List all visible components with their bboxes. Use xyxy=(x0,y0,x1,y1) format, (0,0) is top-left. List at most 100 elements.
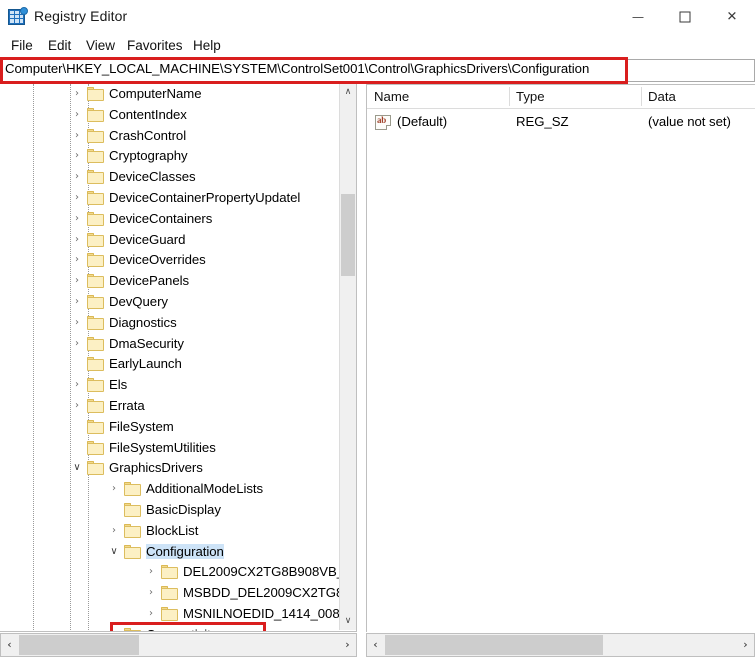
tree-item-devquery[interactable]: › DevQuery xyxy=(0,292,345,313)
chevron-right-icon[interactable]: › xyxy=(70,313,84,334)
scroll-right-icon[interactable]: › xyxy=(339,634,356,656)
tree-item-computername[interactable]: › ComputerName xyxy=(0,84,345,105)
chevron-right-icon[interactable]: › xyxy=(70,209,84,230)
tree-item-deviceoverrides[interactable]: › DeviceOverrides xyxy=(0,250,345,271)
scrollbar-thumb[interactable] xyxy=(19,635,139,655)
close-icon: ✕ xyxy=(726,9,738,25)
folder-icon xyxy=(124,544,141,559)
tree-item-crashcontrol[interactable]: › CrashControl xyxy=(0,126,345,147)
tree-item-msnilnoedid-1414-008d[interactable]: › MSNILNOEDID_1414_008D_ xyxy=(0,604,356,625)
tree-item-devicecontainers[interactable]: › DeviceContainers xyxy=(0,209,345,230)
value-type: REG_SZ xyxy=(516,114,569,129)
tree-item-label: AdditionalModeLists xyxy=(146,481,264,497)
folder-icon xyxy=(87,128,104,143)
tree-item-del2009cx2tg8b908vb-2d[interactable]: › DEL2009CX2TG8B908VB_2D xyxy=(0,562,356,583)
chevron-right-icon[interactable]: › xyxy=(70,84,84,105)
scroll-left-icon[interactable]: ‹ xyxy=(367,634,384,656)
tree-item-deviceguard[interactable]: › DeviceGuard xyxy=(0,230,345,251)
scroll-down-icon[interactable]: ∨ xyxy=(340,613,356,630)
folder-icon xyxy=(87,398,104,413)
tree-item-label: DevicePanels xyxy=(109,273,190,289)
chevron-right-icon[interactable]: › xyxy=(70,250,84,271)
chevron-right-icon[interactable]: › xyxy=(70,334,84,355)
tree-item-label: CrashControl xyxy=(109,127,187,143)
chevron-right-icon[interactable]: › xyxy=(107,479,121,500)
maximize-button[interactable] xyxy=(662,0,708,34)
tree-item-deviceclasses[interactable]: › DeviceClasses xyxy=(0,167,345,188)
tree-item-devicecontainerpropertyupdatel[interactable]: › DeviceContainerPropertyUpdatel xyxy=(0,188,345,209)
minimize-button[interactable] xyxy=(615,0,661,34)
chevron-down-icon[interactable]: ∨ xyxy=(70,458,84,479)
tree-item-label: Configuration xyxy=(146,543,224,559)
tree-item-configuration[interactable]: ∨ Configuration xyxy=(0,542,345,563)
chevron-right-icon[interactable]: › xyxy=(70,126,84,147)
chevron-right-icon[interactable]: › xyxy=(70,230,84,251)
tree-item-earlylaunch[interactable]: EarlyLaunch xyxy=(0,354,345,375)
chevron-right-icon[interactable]: › xyxy=(70,375,84,396)
column-header-type[interactable]: Type xyxy=(509,85,641,108)
chevron-right-icon[interactable]: › xyxy=(70,105,84,126)
chevron-right-icon[interactable]: › xyxy=(144,562,158,583)
scroll-up-icon[interactable]: ∧ xyxy=(340,84,356,101)
tree-item-errata[interactable]: › Errata xyxy=(0,396,345,417)
tree-item-devicepanels[interactable]: › DevicePanels xyxy=(0,271,345,292)
title-bar: Registry Editor ✕ xyxy=(0,0,755,34)
pane-splitter[interactable] xyxy=(357,84,366,659)
chevron-right-icon[interactable]: › xyxy=(144,604,158,625)
chevron-right-icon[interactable]: › xyxy=(70,146,84,167)
tree-item-cryptography[interactable]: › Cryptography xyxy=(0,146,345,167)
scroll-left-icon[interactable]: ‹ xyxy=(1,634,18,656)
chevron-right-icon[interactable]: › xyxy=(70,188,84,209)
folder-icon xyxy=(87,419,104,434)
tree-item-label: Errata xyxy=(109,397,145,413)
tree-item-label: BlockList xyxy=(146,522,199,538)
column-header-data[interactable]: Data xyxy=(641,85,755,108)
menu-edit[interactable]: Edit xyxy=(45,37,74,55)
scroll-right-icon[interactable]: › xyxy=(737,634,754,656)
value-row-default[interactable]: (Default) REG_SZ (value not set) xyxy=(367,112,755,134)
folder-icon xyxy=(87,211,104,226)
scrollbar-thumb[interactable] xyxy=(341,194,355,276)
tree-item-graphicsdrivers[interactable]: ∨ GraphicsDrivers xyxy=(0,458,345,479)
tree-item-label: ContentIndex xyxy=(109,106,187,122)
chevron-right-icon[interactable]: › xyxy=(70,396,84,417)
menu-favorites[interactable]: Favorites xyxy=(124,37,186,55)
tree-item-blocklist[interactable]: › BlockList xyxy=(0,521,345,542)
tree-item-diagnostics[interactable]: › Diagnostics xyxy=(0,313,345,334)
registry-key-tree: › ComputerName › ContentIndex › CrashControl ›… xyxy=(0,84,356,631)
window-title: Registry Editor xyxy=(34,8,128,24)
tree-vertical-scrollbar[interactable]: ∧ ∨ xyxy=(339,84,356,630)
tree-item-label: Diagnostics xyxy=(109,314,177,330)
menu-help[interactable]: Help xyxy=(190,37,224,55)
tree-item-dmasecurity[interactable]: › DmaSecurity xyxy=(0,334,345,355)
tree-item-additionalmodelists[interactable]: › AdditionalModeLists xyxy=(0,479,345,500)
tree-item-filesystem[interactable]: FileSystem xyxy=(0,417,345,438)
tree-horizontal-scrollbar[interactable]: ‹ › xyxy=(0,633,357,657)
value-name: (Default) xyxy=(397,114,448,129)
close-button[interactable]: ✕ xyxy=(709,0,755,34)
chevron-right-icon[interactable]: › xyxy=(107,521,121,542)
scrollbar-thumb[interactable] xyxy=(385,635,603,655)
registry-editor-window: Registry Editor ✕ File Edit View Favorit… xyxy=(0,0,755,659)
tree-item-basicdisplay[interactable]: BasicDisplay xyxy=(0,500,345,521)
chevron-right-icon[interactable]: › xyxy=(70,292,84,313)
menu-view[interactable]: View xyxy=(83,37,118,55)
chevron-right-icon[interactable]: › xyxy=(70,271,84,292)
chevron-right-icon[interactable]: › xyxy=(70,167,84,188)
tree-item-connectivity[interactable]: › Connectivity xyxy=(0,625,345,631)
chevron-down-icon[interactable]: ∨ xyxy=(107,542,121,563)
tree-item-contentindex[interactable]: › ContentIndex xyxy=(0,105,345,126)
tree-item-label: DeviceContainers xyxy=(109,210,213,226)
chevron-right-icon[interactable]: › xyxy=(107,625,121,631)
folder-icon xyxy=(87,440,104,455)
tree-item-els[interactable]: › Els xyxy=(0,375,345,396)
folder-icon xyxy=(87,149,104,164)
tree-item-label: Els xyxy=(109,377,128,393)
menu-file[interactable]: File xyxy=(8,37,36,55)
tree-item-filesystemutilities[interactable]: FileSystemUtilities xyxy=(0,438,345,459)
values-horizontal-scrollbar[interactable]: ‹ › xyxy=(366,633,755,657)
menu-bar: File Edit View Favorites Help xyxy=(0,34,755,58)
column-header-name[interactable]: Name xyxy=(367,85,509,108)
tree-item-msbdd-del2009cx2tg8b9[interactable]: › MSBDD_DEL2009CX2TG8B9 xyxy=(0,583,356,604)
chevron-right-icon[interactable]: › xyxy=(144,583,158,604)
